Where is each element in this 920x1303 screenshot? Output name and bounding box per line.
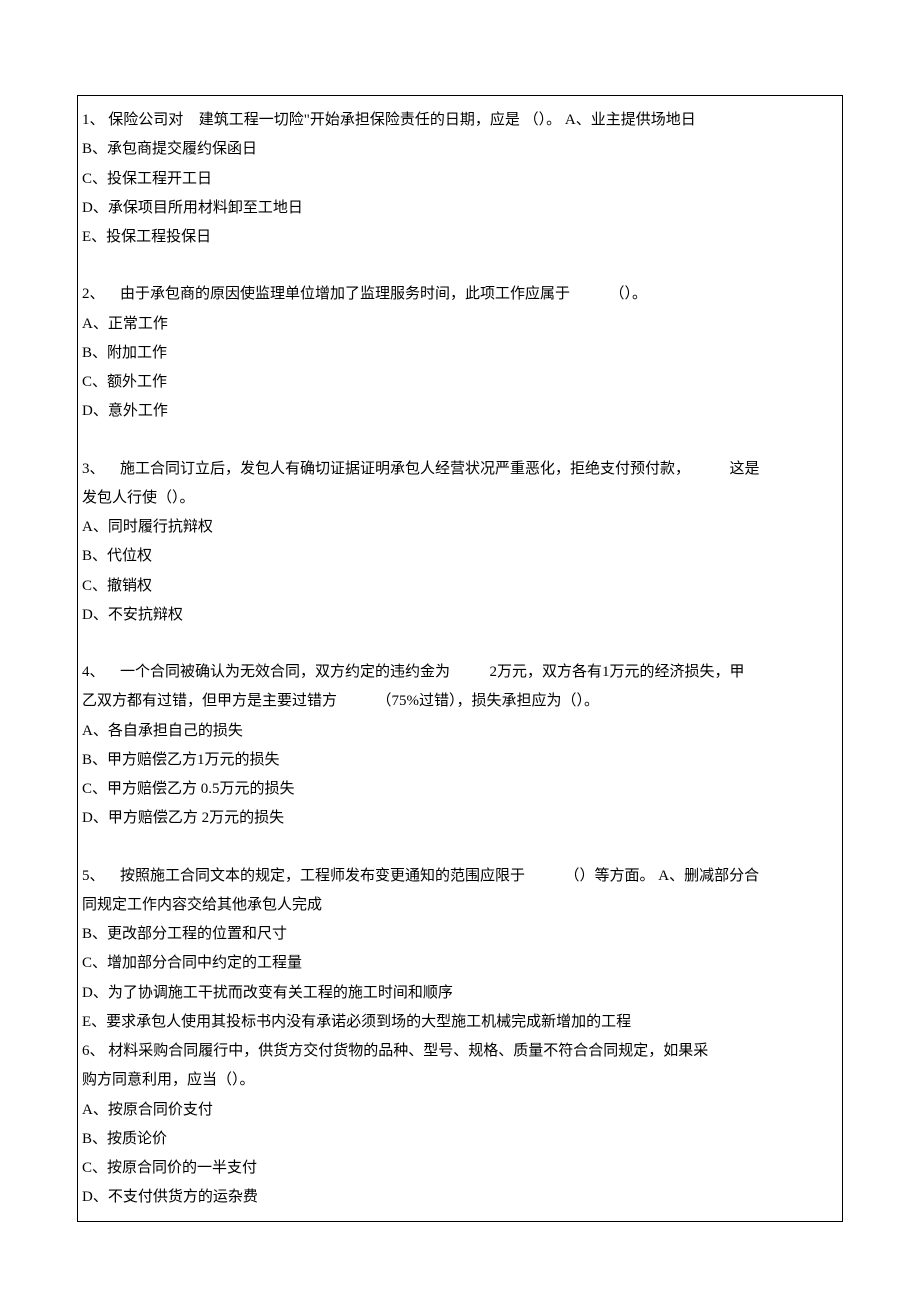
q6-stem-line2: 购方同意利用，应当（）。 — [82, 1066, 838, 1095]
q5-opt-d: D、为了协调施工干扰而改变有关工程的施工时间和顺序 — [82, 979, 838, 1008]
q1-opt-e: E、投保工程投保日 — [82, 223, 838, 252]
q4-opt-c: C、甲方赔偿乙方 0.5万元的损失 — [82, 775, 838, 804]
q1-stem: 1、 保险公司对 建筑工程一切险"开始承担保险责任的日期，应是 （）。 A、业主… — [82, 106, 838, 135]
q4-number: 4、 — [82, 664, 105, 680]
q3-opt-d: D、不安抗辩权 — [82, 601, 838, 630]
q2-opt-c: C、额外工作 — [82, 368, 838, 397]
q2-stem: 2、 由于承包商的原因使监理单位增加了监理服务时间，此项工作应属于 （）。 — [82, 280, 838, 309]
q4-line2-b: （75%过错），损失承担应为（）。 — [377, 693, 600, 709]
q4-mid: 2万元，双方各有1万元的经济损失，甲 — [490, 664, 745, 680]
q2-tail: （）。 — [610, 286, 648, 302]
q5-opt-e: E、要求承包人使用其投标书内没有承诺必须到场的大型施工机械完成新增加的工程 — [82, 1008, 838, 1037]
q6-stem: 6、 材料采购合同履行中，供货方交付货物的品种、型号、规格、质量不符合合同规定，… — [82, 1037, 838, 1066]
document-container: 1、 保险公司对 建筑工程一切险"开始承担保险责任的日期，应是 （）。 A、业主… — [77, 95, 843, 1222]
q3-opt-c: C、撤销权 — [82, 572, 838, 601]
q4-stem: 4、 一个合同被确认为无效合同，双方约定的违约金为 2万元，双方各有1万元的经济… — [82, 658, 838, 687]
q6-opt-d: D、不支付供货方的运杂费 — [82, 1183, 838, 1212]
q6-opt-c: C、按原合同价的一半支付 — [82, 1154, 838, 1183]
q5-opt-a-inline: A、删减部分合 — [658, 868, 759, 884]
q5-stem-a: 按照施工合同文本的规定，工程师发布变更通知的范围应限于 — [120, 868, 525, 884]
q4-stem-line2: 乙双方都有过错，但甲方是主要过错方 （75%过错），损失承担应为（）。 — [82, 687, 838, 716]
q3-number: 3、 — [82, 461, 105, 477]
q4-opt-b: B、甲方赔偿乙方1万元的损失 — [82, 746, 838, 775]
q1-opt-d: D、承保项目所用材料卸至工地日 — [82, 194, 838, 223]
q2-opt-b: B、附加工作 — [82, 339, 838, 368]
q6-opt-b: B、按质论价 — [82, 1125, 838, 1154]
q1-opt-a-inline: A、业主提供场地日 — [565, 112, 696, 128]
q5-number: 5、 — [82, 868, 105, 884]
q3-stem: 3、 施工合同订立后，发包人有确切证据证明承包人经营状况严重恶化，拒绝支付预付款… — [82, 455, 838, 484]
q3-opt-b: B、代位权 — [82, 542, 838, 571]
q1-number: 1、 — [82, 112, 105, 128]
q5-stem-line2: 同规定工作内容交给其他承包人完成 — [82, 891, 838, 920]
q5-stem: 5、 按照施工合同文本的规定，工程师发布变更通知的范围应限于 （）等方面。 A、… — [82, 862, 838, 891]
q1-opt-c: C、投保工程开工日 — [82, 165, 838, 194]
q2-opt-d: D、意外工作 — [82, 397, 838, 426]
q5-opt-c: C、增加部分合同中约定的工程量 — [82, 949, 838, 978]
q6-number: 6、 — [82, 1043, 105, 1059]
q4-opt-a: A、各自承担自己的损失 — [82, 717, 838, 746]
q3-stem-a: 施工合同订立后，发包人有确切证据证明承包人经营状况严重恶化，拒绝支付预付款， — [120, 461, 690, 477]
q6-opt-a: A、按原合同价支付 — [82, 1096, 838, 1125]
q5-opt-b: B、更改部分工程的位置和尺寸 — [82, 920, 838, 949]
q3-stem-line2: 发包人行使（）。 — [82, 484, 838, 513]
q1-stem-b: 建筑工程一切险"开始承担保险责任的日期，应是 （）。 — [199, 112, 561, 128]
q4-opt-d: D、甲方赔偿乙方 2万元的损失 — [82, 804, 838, 833]
q1-stem-a: 保险公司对 — [108, 112, 183, 128]
q1-opt-b: B、承包商提交履约保函日 — [82, 135, 838, 164]
q3-tail: 这是 — [730, 461, 760, 477]
q2-stem-a: 由于承包商的原因使监理单位增加了监理服务时间，此项工作应属于 — [120, 286, 570, 302]
q4-stem-a: 一个合同被确认为无效合同，双方约定的违约金为 — [120, 664, 450, 680]
q2-opt-a: A、正常工作 — [82, 310, 838, 339]
q3-opt-a: A、同时履行抗辩权 — [82, 513, 838, 542]
q2-number: 2、 — [82, 286, 105, 302]
q4-line2-a: 乙双方都有过错，但甲方是主要过错方 — [82, 693, 337, 709]
q5-tail: （）等方面。 — [565, 868, 655, 884]
q6-stem-a: 材料采购合同履行中，供货方交付货物的品种、型号、规格、质量不符合合同规定，如果采 — [108, 1043, 708, 1059]
